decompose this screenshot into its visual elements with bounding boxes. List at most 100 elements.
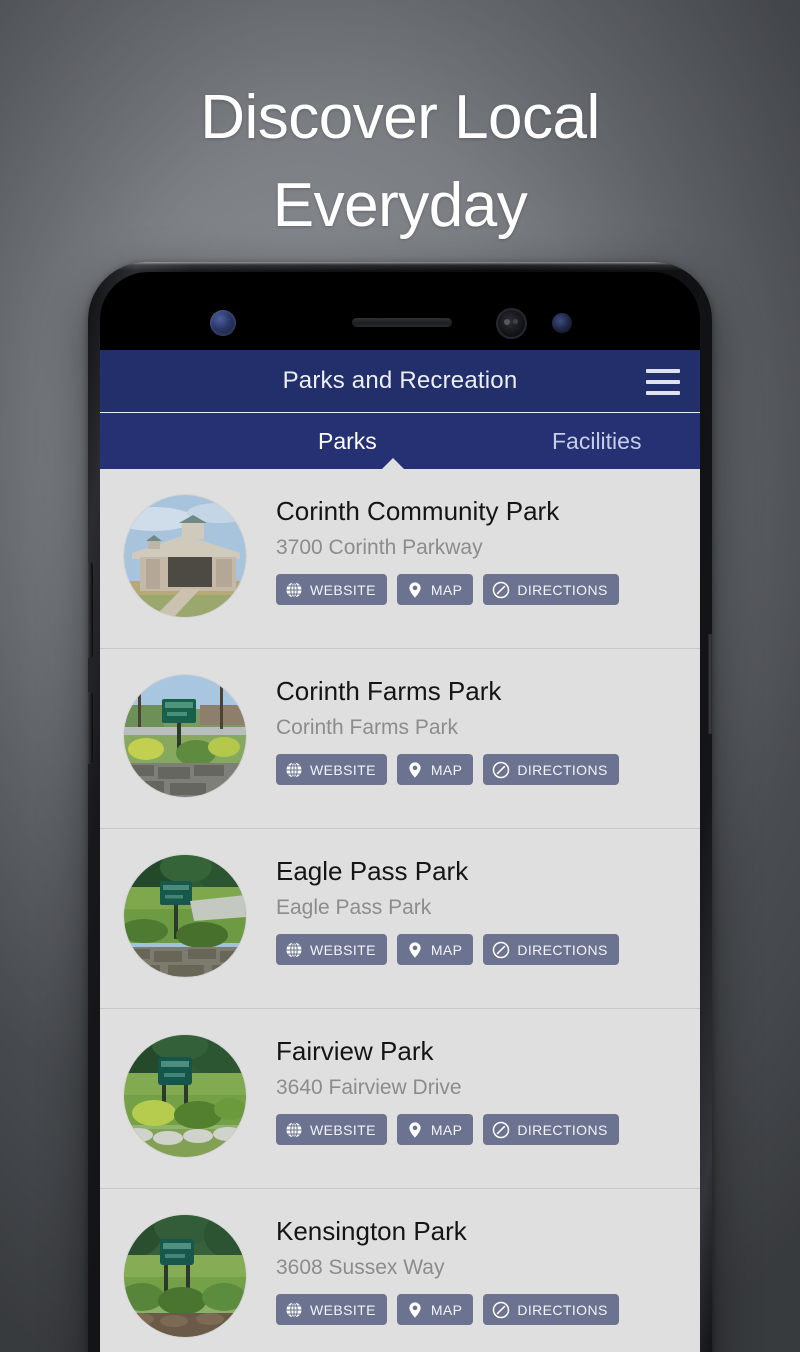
map-button[interactable]: MAP xyxy=(396,574,474,605)
tab-active-indicator xyxy=(382,458,404,469)
map-button-label: MAP xyxy=(430,941,463,958)
park-name: Kensington Park xyxy=(276,1216,467,1246)
park-sign-trees-photo xyxy=(124,1215,246,1337)
map-button-label: MAP xyxy=(430,761,463,778)
promo-headline-line-2: Everyday xyxy=(272,171,528,240)
directions-button-label: DIRECTIONS xyxy=(517,941,608,958)
park-name: Eagle Pass Park xyxy=(276,856,469,886)
park-thumbnail xyxy=(124,1035,246,1157)
park-info: Kensington Park 3608 Sussex Way WEBSITE … xyxy=(276,1213,619,1325)
map-button-label: MAP xyxy=(430,1301,463,1318)
park-info: Corinth Farms Park Corinth Farms Park WE… xyxy=(276,673,619,785)
map-button[interactable]: MAP xyxy=(396,1294,474,1325)
promo-headline: Discover Local Everyday xyxy=(0,74,800,250)
directions-button[interactable]: DIRECTIONS xyxy=(483,1294,619,1325)
map-button[interactable]: MAP xyxy=(396,754,474,785)
list-item[interactable]: Corinth Farms Park Corinth Farms Park WE… xyxy=(100,649,700,829)
park-address: 3700 Corinth Parkway xyxy=(276,536,483,559)
phone-sensor-row xyxy=(100,308,700,339)
list-item[interactable]: Eagle Pass Park Eagle Pass Park WEBSITE … xyxy=(100,829,700,1009)
park-actions: WEBSITE MAP DIRECTIONS xyxy=(276,754,619,785)
iris-scanner-icon xyxy=(210,310,236,336)
park-list[interactable]: Corinth Community Park 3700 Corinth Park… xyxy=(100,469,700,1352)
tab-bar: Parks Facilities xyxy=(100,413,700,469)
list-item[interactable]: Kensington Park 3608 Sussex Way WEBSITE … xyxy=(100,1189,700,1352)
park-address: 3640 Fairview Drive xyxy=(276,1076,462,1099)
compass-icon xyxy=(493,761,510,778)
bixby-button[interactable] xyxy=(88,692,93,764)
website-button-label: WEBSITE xyxy=(310,761,376,778)
park-name: Fairview Park xyxy=(276,1036,434,1066)
directions-button[interactable]: DIRECTIONS xyxy=(483,754,619,785)
volume-button[interactable] xyxy=(88,562,93,658)
directions-button[interactable]: DIRECTIONS xyxy=(483,934,619,965)
website-button-label: WEBSITE xyxy=(310,1301,376,1318)
website-button-label: WEBSITE xyxy=(310,1121,376,1138)
globe-icon xyxy=(286,761,302,778)
park-info: Fairview Park 3640 Fairview Drive WEBSIT… xyxy=(276,1033,619,1145)
list-item[interactable]: Fairview Park 3640 Fairview Drive WEBSIT… xyxy=(100,1009,700,1189)
tab-facilities[interactable]: Facilities xyxy=(552,428,641,455)
park-actions: WEBSITE MAP DIRECTIONS xyxy=(276,1294,619,1325)
app-bar: Parks and Recreation xyxy=(100,350,700,412)
park-thumbnail xyxy=(124,855,246,977)
globe-icon xyxy=(286,941,302,958)
directions-button-label: DIRECTIONS xyxy=(517,1301,608,1318)
park-info: Corinth Community Park 3700 Corinth Park… xyxy=(276,493,619,605)
map-button[interactable]: MAP xyxy=(396,934,474,965)
compass-icon xyxy=(493,1301,510,1318)
directions-button[interactable]: DIRECTIONS xyxy=(483,1114,619,1145)
map-pin-icon xyxy=(409,761,421,778)
map-pin-icon xyxy=(409,581,421,598)
park-name: Corinth Farms Park xyxy=(276,676,502,706)
phone-mockup: Parks and Recreation Parks Facilities Co… xyxy=(88,262,712,1352)
hamburger-bar-2 xyxy=(646,380,680,384)
park-thumbnail xyxy=(124,1215,246,1337)
pavilion-building-photo xyxy=(124,495,246,617)
compass-icon xyxy=(493,1121,510,1138)
map-pin-icon xyxy=(409,1121,421,1138)
park-actions: WEBSITE MAP DIRECTIONS xyxy=(276,1114,619,1145)
park-address: 3608 Sussex Way xyxy=(276,1256,445,1279)
website-button[interactable]: WEBSITE xyxy=(276,1294,387,1325)
website-button-label: WEBSITE xyxy=(310,581,376,598)
map-pin-icon xyxy=(409,941,421,958)
park-sign-shrubs-photo xyxy=(124,1035,246,1157)
directions-button-label: DIRECTIONS xyxy=(517,761,608,778)
park-thumbnail xyxy=(124,495,246,617)
globe-icon xyxy=(286,1301,302,1318)
directions-button[interactable]: DIRECTIONS xyxy=(483,574,619,605)
park-actions: WEBSITE MAP DIRECTIONS xyxy=(276,934,619,965)
compass-icon xyxy=(493,581,510,598)
hamburger-bar-1 xyxy=(646,369,680,373)
park-address: Corinth Farms Park xyxy=(276,716,459,739)
website-button[interactable]: WEBSITE xyxy=(276,1114,387,1145)
page-title: Parks and Recreation xyxy=(282,367,518,394)
proximity-sensor-icon xyxy=(552,313,572,333)
compass-icon xyxy=(493,941,510,958)
front-camera-icon xyxy=(496,308,527,339)
globe-icon xyxy=(286,581,302,598)
map-pin-icon xyxy=(409,1301,421,1318)
map-button[interactable]: MAP xyxy=(396,1114,474,1145)
directions-button-label: DIRECTIONS xyxy=(517,581,608,598)
list-item[interactable]: Corinth Community Park 3700 Corinth Park… xyxy=(100,469,700,649)
app-viewport: Parks and Recreation Parks Facilities Co… xyxy=(100,350,700,1352)
park-actions: WEBSITE MAP DIRECTIONS xyxy=(276,574,619,605)
map-button-label: MAP xyxy=(430,1121,463,1138)
map-button-label: MAP xyxy=(430,581,463,598)
park-thumbnail xyxy=(124,675,246,797)
website-button[interactable]: WEBSITE xyxy=(276,574,387,605)
directions-button-label: DIRECTIONS xyxy=(517,1121,608,1138)
earpiece-speaker-icon xyxy=(352,318,452,327)
hamburger-menu-icon[interactable] xyxy=(646,369,680,395)
promo-headline-line-1: Discover Local xyxy=(200,83,600,152)
park-name: Corinth Community Park xyxy=(276,496,560,526)
website-button[interactable]: WEBSITE xyxy=(276,934,387,965)
tab-parks[interactable]: Parks xyxy=(318,428,377,455)
park-sign-garden-photo xyxy=(124,675,246,797)
park-sign-lawn-photo xyxy=(124,855,246,977)
park-address: Eagle Pass Park xyxy=(276,896,432,919)
website-button[interactable]: WEBSITE xyxy=(276,754,387,785)
power-button[interactable] xyxy=(707,634,712,734)
